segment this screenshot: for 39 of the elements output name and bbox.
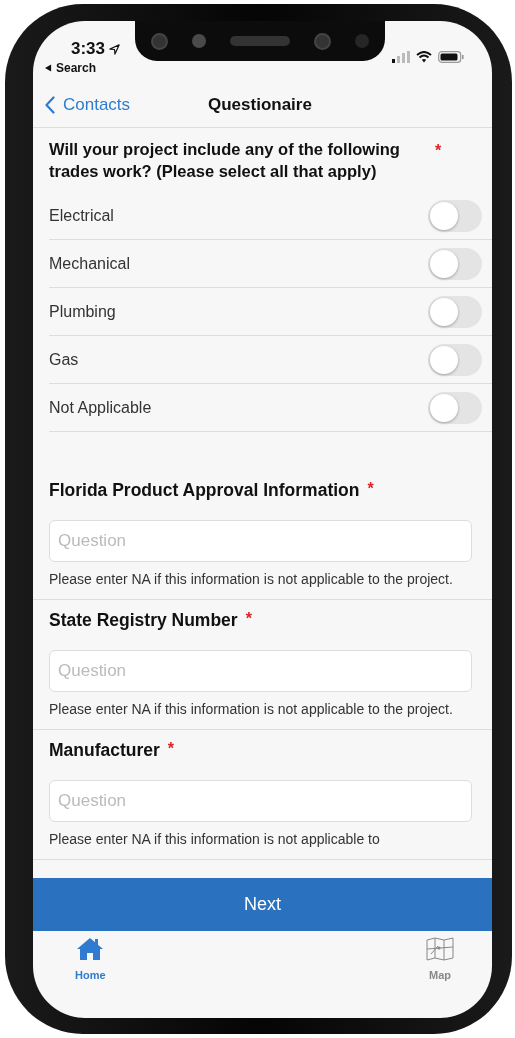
input-field[interactable]: Question: [49, 650, 472, 692]
battery-icon: [438, 51, 464, 63]
section-title: Manufacturer: [49, 740, 160, 761]
toggle-switch[interactable]: [428, 295, 482, 328]
help-text: Please enter NA if this information is not applicable to: [49, 831, 381, 847]
status-time: 3:33: [71, 39, 106, 59]
toggle-switch[interactable]: [428, 391, 482, 424]
back-to-app-link[interactable]: Search: [56, 61, 97, 75]
next-button[interactable]: Next: [33, 878, 492, 931]
toggle-switch[interactable]: [428, 247, 482, 280]
option-label: Not Applicable: [49, 398, 152, 417]
required-mark: *: [167, 740, 175, 758]
tab-bar-item[interactable]: Home: [75, 937, 106, 981]
house-icon: [76, 937, 105, 961]
option-label: Electrical: [49, 206, 114, 225]
question-text: Will your project include any of the following trades work? (Please select all that apply): [49, 139, 401, 182]
section-title: Florida Product Approval Information: [49, 480, 360, 501]
back-triangle-icon: [45, 64, 52, 72]
option-label: Gas: [49, 350, 79, 369]
required-mark: *: [367, 480, 374, 498]
back-button[interactable]: Contacts: [45, 94, 131, 115]
help-text: Please enter NA if this information is not applicable to the project.: [49, 571, 454, 587]
wifi-icon: [416, 51, 432, 63]
chevron-left-icon: [45, 95, 55, 114]
help-text: Please enter NA if this information is not applicable to the project.: [49, 701, 454, 717]
option-label: Plumbing: [49, 302, 116, 321]
map-icon: [426, 937, 454, 961]
signal-icon: [392, 51, 410, 63]
option-label: Mechanical: [49, 254, 130, 273]
section-title: State Registry Number: [49, 610, 238, 631]
required-mark: *: [245, 610, 252, 628]
required-mark: *: [435, 142, 442, 160]
screen-title: Questionaire: [208, 94, 312, 115]
location-arrow-icon: [109, 43, 121, 55]
tab-bar-item[interactable]: Map: [426, 937, 454, 981]
toggle-switch[interactable]: [428, 199, 482, 232]
toggle-switch[interactable]: [428, 343, 482, 376]
input-field[interactable]: Question: [49, 780, 472, 822]
input-field[interactable]: Question: [49, 520, 472, 562]
